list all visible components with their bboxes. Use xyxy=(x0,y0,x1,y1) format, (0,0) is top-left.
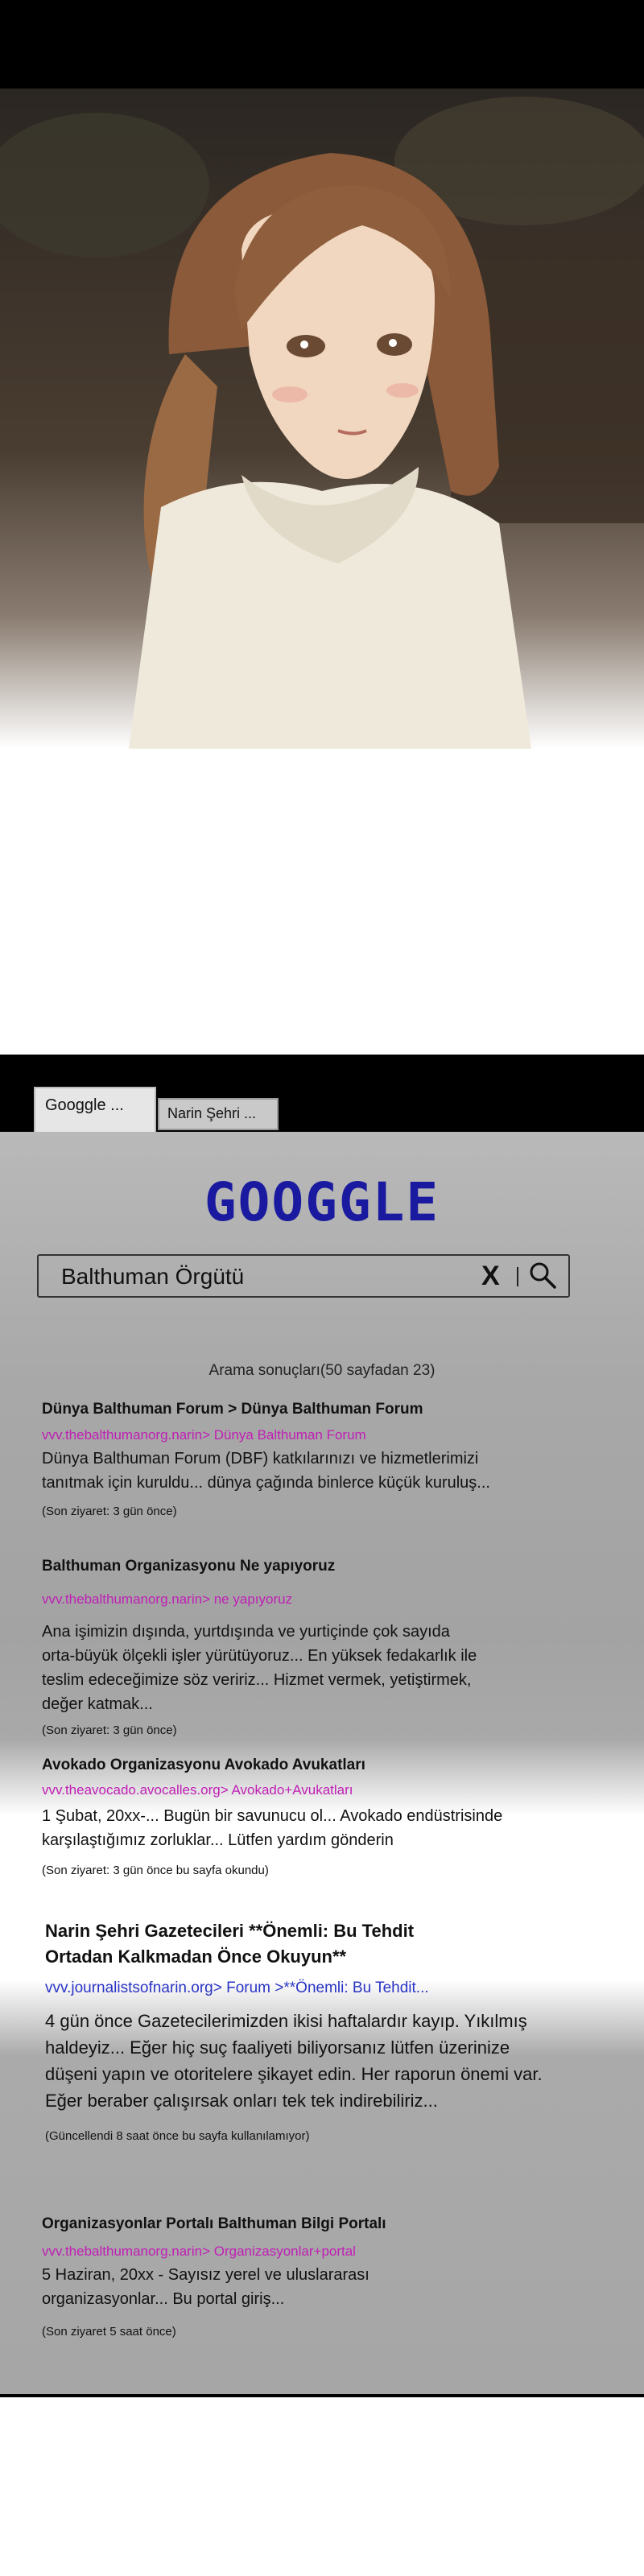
search-divider xyxy=(517,1267,518,1286)
result-url[interactable]: vvv.thebalthumanorg.narin> ne yapıyoruz xyxy=(42,1591,292,1608)
top-black-band xyxy=(0,0,644,89)
result-title[interactable]: Organizasyonlar Portalı Balthuman Bilgi … xyxy=(42,2215,386,2233)
result-meta: (Son ziyaret: 3 gün önce) xyxy=(42,1505,177,1518)
result-title[interactable]: Dünya Balthuman Forum > Dünya Balthuman … xyxy=(42,1401,423,1418)
result-snippet: Ana işimizin dışında, yurtdışında ve yur… xyxy=(42,1623,477,1713)
result-title[interactable]: Avokado Organizasyonu Avokado Avukatları xyxy=(42,1757,365,1774)
woman-illustration xyxy=(0,97,644,749)
result-url[interactable]: vvv.thebalthumanorg.narin> Organizasyonl… xyxy=(42,2244,356,2260)
result-title[interactable]: Balthuman Organizasyonu Ne yapıyoruz xyxy=(42,1558,335,1575)
result-url[interactable]: vvv.journalistsofnarin.org> Forum >**Öne… xyxy=(45,1979,429,1997)
search-icon[interactable] xyxy=(528,1261,557,1290)
result-snippet: 5 Haziran, 20xx - Sayısız yerel ve ulusl… xyxy=(42,2266,369,2308)
result-meta: (Son ziyaret: 3 gün önce) xyxy=(42,1724,177,1737)
tab-googgle[interactable]: Googgle ... xyxy=(34,1087,156,1132)
result-snippet: Dünya Balthuman Forum (DBF) katkılarınız… xyxy=(42,1450,490,1492)
result-count: Arama sonuçları(50 sayfadan 23) xyxy=(208,1362,436,1379)
result-meta: (Güncellendi 8 saat önce bu sayfa kullan… xyxy=(45,2129,310,2143)
search-query-text[interactable]: Balthuman Örgütü xyxy=(61,1264,244,1290)
clear-icon[interactable]: X xyxy=(481,1261,500,1292)
result-meta: (Son ziyaret: 3 gün önce bu sayfa okundu… xyxy=(42,1864,269,1877)
result-url[interactable]: vvv.thebalthumanorg.narin> Dünya Balthum… xyxy=(42,1427,366,1443)
result-title[interactable]: Narin Şehri Gazetecileri **Önemli: Bu Te… xyxy=(45,1918,414,1970)
result-url[interactable]: vvv.theavocado.avocalles.org> Avokado+Av… xyxy=(42,1782,353,1798)
result-meta: (Son ziyaret 5 saat önce) xyxy=(42,2325,176,2339)
tab-narin-sehri[interactable]: Narin Şehri ... xyxy=(158,1098,279,1130)
result-snippet: 1 Şubat, 20xx-... Bugün bir savunucu ol.… xyxy=(42,1807,503,1849)
bottom-divider xyxy=(0,2394,644,2397)
search-engine-logo: GOOGGLE xyxy=(204,1171,440,1233)
result-snippet: 4 gün önce Gazetecilerimizden ikisi haft… xyxy=(45,2011,543,2111)
illustration-panel xyxy=(0,89,644,749)
